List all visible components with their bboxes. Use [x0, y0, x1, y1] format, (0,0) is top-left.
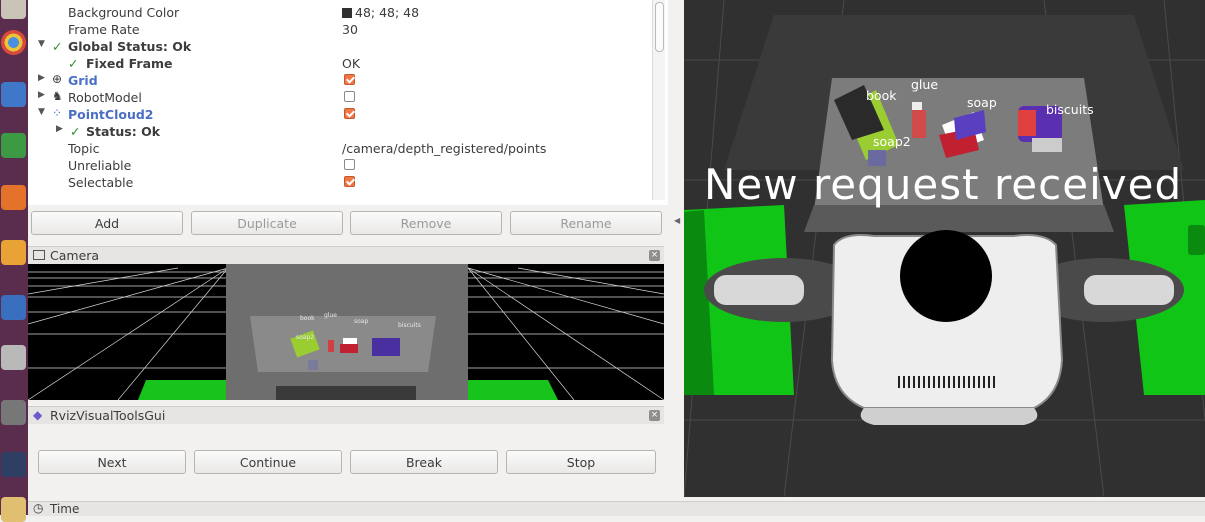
- settings-icon[interactable]: [1, 345, 26, 370]
- property-name: Global Status: Ok: [68, 39, 192, 54]
- rviz-gui-panel: Next Continue Break Stop: [28, 424, 664, 502]
- camera-image: [28, 264, 664, 400]
- unity-launcher: [0, 0, 28, 522]
- property-value: OK: [342, 56, 361, 71]
- robotmodel-checkbox[interactable]: [344, 91, 355, 102]
- check-icon: ✓: [70, 124, 81, 139]
- panel-title: Time: [50, 502, 80, 516]
- property-row[interactable]: Frame Rate 30: [28, 21, 656, 38]
- panel-splitter[interactable]: ◀: [668, 0, 684, 497]
- panel-title: Camera: [50, 248, 100, 263]
- property-row[interactable]: ▶ ✓ Status: Ok: [28, 123, 656, 140]
- robot-icon: ♞: [52, 89, 63, 103]
- object-label: book: [300, 315, 315, 322]
- vertical-scrollbar[interactable]: [652, 0, 665, 200]
- property-value[interactable]: /camera/depth_registered/points: [342, 141, 546, 156]
- rviz-icon[interactable]: [1, 452, 26, 477]
- diamond-icon: ◆: [33, 408, 43, 422]
- display-row-grid[interactable]: ▶ ⊕ Grid: [28, 72, 656, 89]
- impress-icon[interactable]: [1, 185, 26, 210]
- pointcloud-icon: ⁘: [52, 106, 63, 120]
- expand-arrow-icon[interactable]: ▼: [38, 107, 45, 117]
- property-row[interactable]: Selectable: [28, 174, 656, 191]
- object-label: biscuits: [398, 322, 421, 329]
- display-row-robotmodel[interactable]: ▶ ♞ RobotModel: [28, 89, 656, 106]
- status-overlay-text: New request received: [704, 160, 1183, 209]
- property-row[interactable]: ✓ Fixed Frame OK: [28, 55, 656, 72]
- scrollbar-thumb[interactable]: [655, 2, 664, 52]
- panel-title: RvizVisualToolsGui: [50, 408, 166, 423]
- scene-render: [684, 0, 1205, 497]
- rename-button[interactable]: Rename: [510, 211, 662, 235]
- property-row[interactable]: ▼ ✓ Global Status: Ok: [28, 38, 656, 55]
- writer-icon[interactable]: [1, 82, 26, 107]
- property-value: 48; 48; 48: [355, 5, 420, 20]
- displays-toolbar: Add Duplicate Remove Rename: [28, 208, 668, 238]
- close-icon[interactable]: ×: [649, 250, 660, 261]
- selectable-checkbox[interactable]: [344, 176, 355, 187]
- collapse-arrow-icon[interactable]: ◀: [674, 216, 680, 225]
- property-row[interactable]: Topic /camera/depth_registered/points: [28, 140, 656, 157]
- pointcloud2-checkbox[interactable]: [344, 108, 355, 119]
- trash-icon[interactable]: [1, 497, 26, 522]
- object-label: soap: [354, 318, 369, 325]
- property-row[interactable]: Background Color 48; 48; 48: [28, 4, 656, 21]
- property-name: Unreliable: [68, 158, 132, 173]
- property-name: Fixed Frame: [86, 56, 173, 71]
- object-label: soap: [967, 95, 997, 110]
- property-row[interactable]: Unreliable: [28, 157, 656, 174]
- clock-icon: ◷: [33, 501, 44, 515]
- amazon-icon[interactable]: [1, 295, 26, 320]
- property-name: PointCloud2: [68, 107, 154, 122]
- render-3d-view[interactable]: book glue soap biscuits soap2 New reques…: [684, 0, 1205, 497]
- add-button[interactable]: Add: [31, 211, 183, 235]
- object-label: glue: [324, 312, 337, 319]
- property-name: Topic: [68, 141, 100, 156]
- text-editor-icon[interactable]: [1, 240, 26, 265]
- camera-panel-header[interactable]: Camera ×: [28, 246, 664, 264]
- expand-arrow-icon[interactable]: ▶: [56, 124, 63, 134]
- break-button[interactable]: Break: [350, 450, 498, 474]
- object-label: soap2: [296, 334, 315, 341]
- camera-icon: [33, 250, 45, 260]
- expand-arrow-icon[interactable]: ▶: [38, 90, 45, 100]
- grid-icon: ⊕: [52, 72, 63, 86]
- color-swatch: [342, 8, 352, 18]
- next-button[interactable]: Next: [38, 450, 186, 474]
- expand-arrow-icon[interactable]: ▼: [38, 39, 45, 49]
- displays-tree: Background Color 48; 48; 48 Frame Rate 3…: [28, 0, 668, 205]
- property-name: Status: Ok: [86, 124, 161, 139]
- object-label: glue: [911, 77, 939, 92]
- property-name: Frame Rate: [68, 22, 140, 37]
- continue-button[interactable]: Continue: [194, 450, 342, 474]
- property-value: 30: [342, 22, 358, 37]
- expand-arrow-icon[interactable]: ▶: [38, 73, 45, 83]
- property-name: Grid: [68, 73, 98, 88]
- stop-button[interactable]: Stop: [506, 450, 656, 474]
- property-name: RobotModel: [68, 90, 142, 105]
- check-icon: ✓: [52, 39, 63, 54]
- close-icon[interactable]: ×: [649, 410, 660, 421]
- object-label: book: [866, 88, 897, 103]
- display-row-pointcloud2[interactable]: ▼ ⁘ PointCloud2: [28, 106, 656, 123]
- unreliable-checkbox[interactable]: [344, 159, 355, 170]
- property-name: Selectable: [68, 175, 134, 190]
- rviz-gui-panel-header[interactable]: ◆ RvizVisualToolsGui ×: [28, 406, 664, 424]
- object-label: soap2: [873, 134, 911, 149]
- property-name: Background Color: [68, 5, 180, 20]
- check-icon: ✓: [68, 56, 79, 71]
- time-panel-header[interactable]: ◷ Time: [28, 501, 1205, 516]
- terminal-icon[interactable]: [1, 400, 26, 425]
- chrome-icon[interactable]: [1, 30, 26, 55]
- object-label: biscuits: [1046, 102, 1094, 117]
- camera-view: book glue soap biscuits soap2: [28, 264, 664, 400]
- files-icon[interactable]: [1, 0, 26, 19]
- calc-icon[interactable]: [1, 133, 26, 158]
- grid-checkbox[interactable]: [344, 74, 355, 85]
- duplicate-button[interactable]: Duplicate: [191, 211, 343, 235]
- remove-button[interactable]: Remove: [350, 211, 502, 235]
